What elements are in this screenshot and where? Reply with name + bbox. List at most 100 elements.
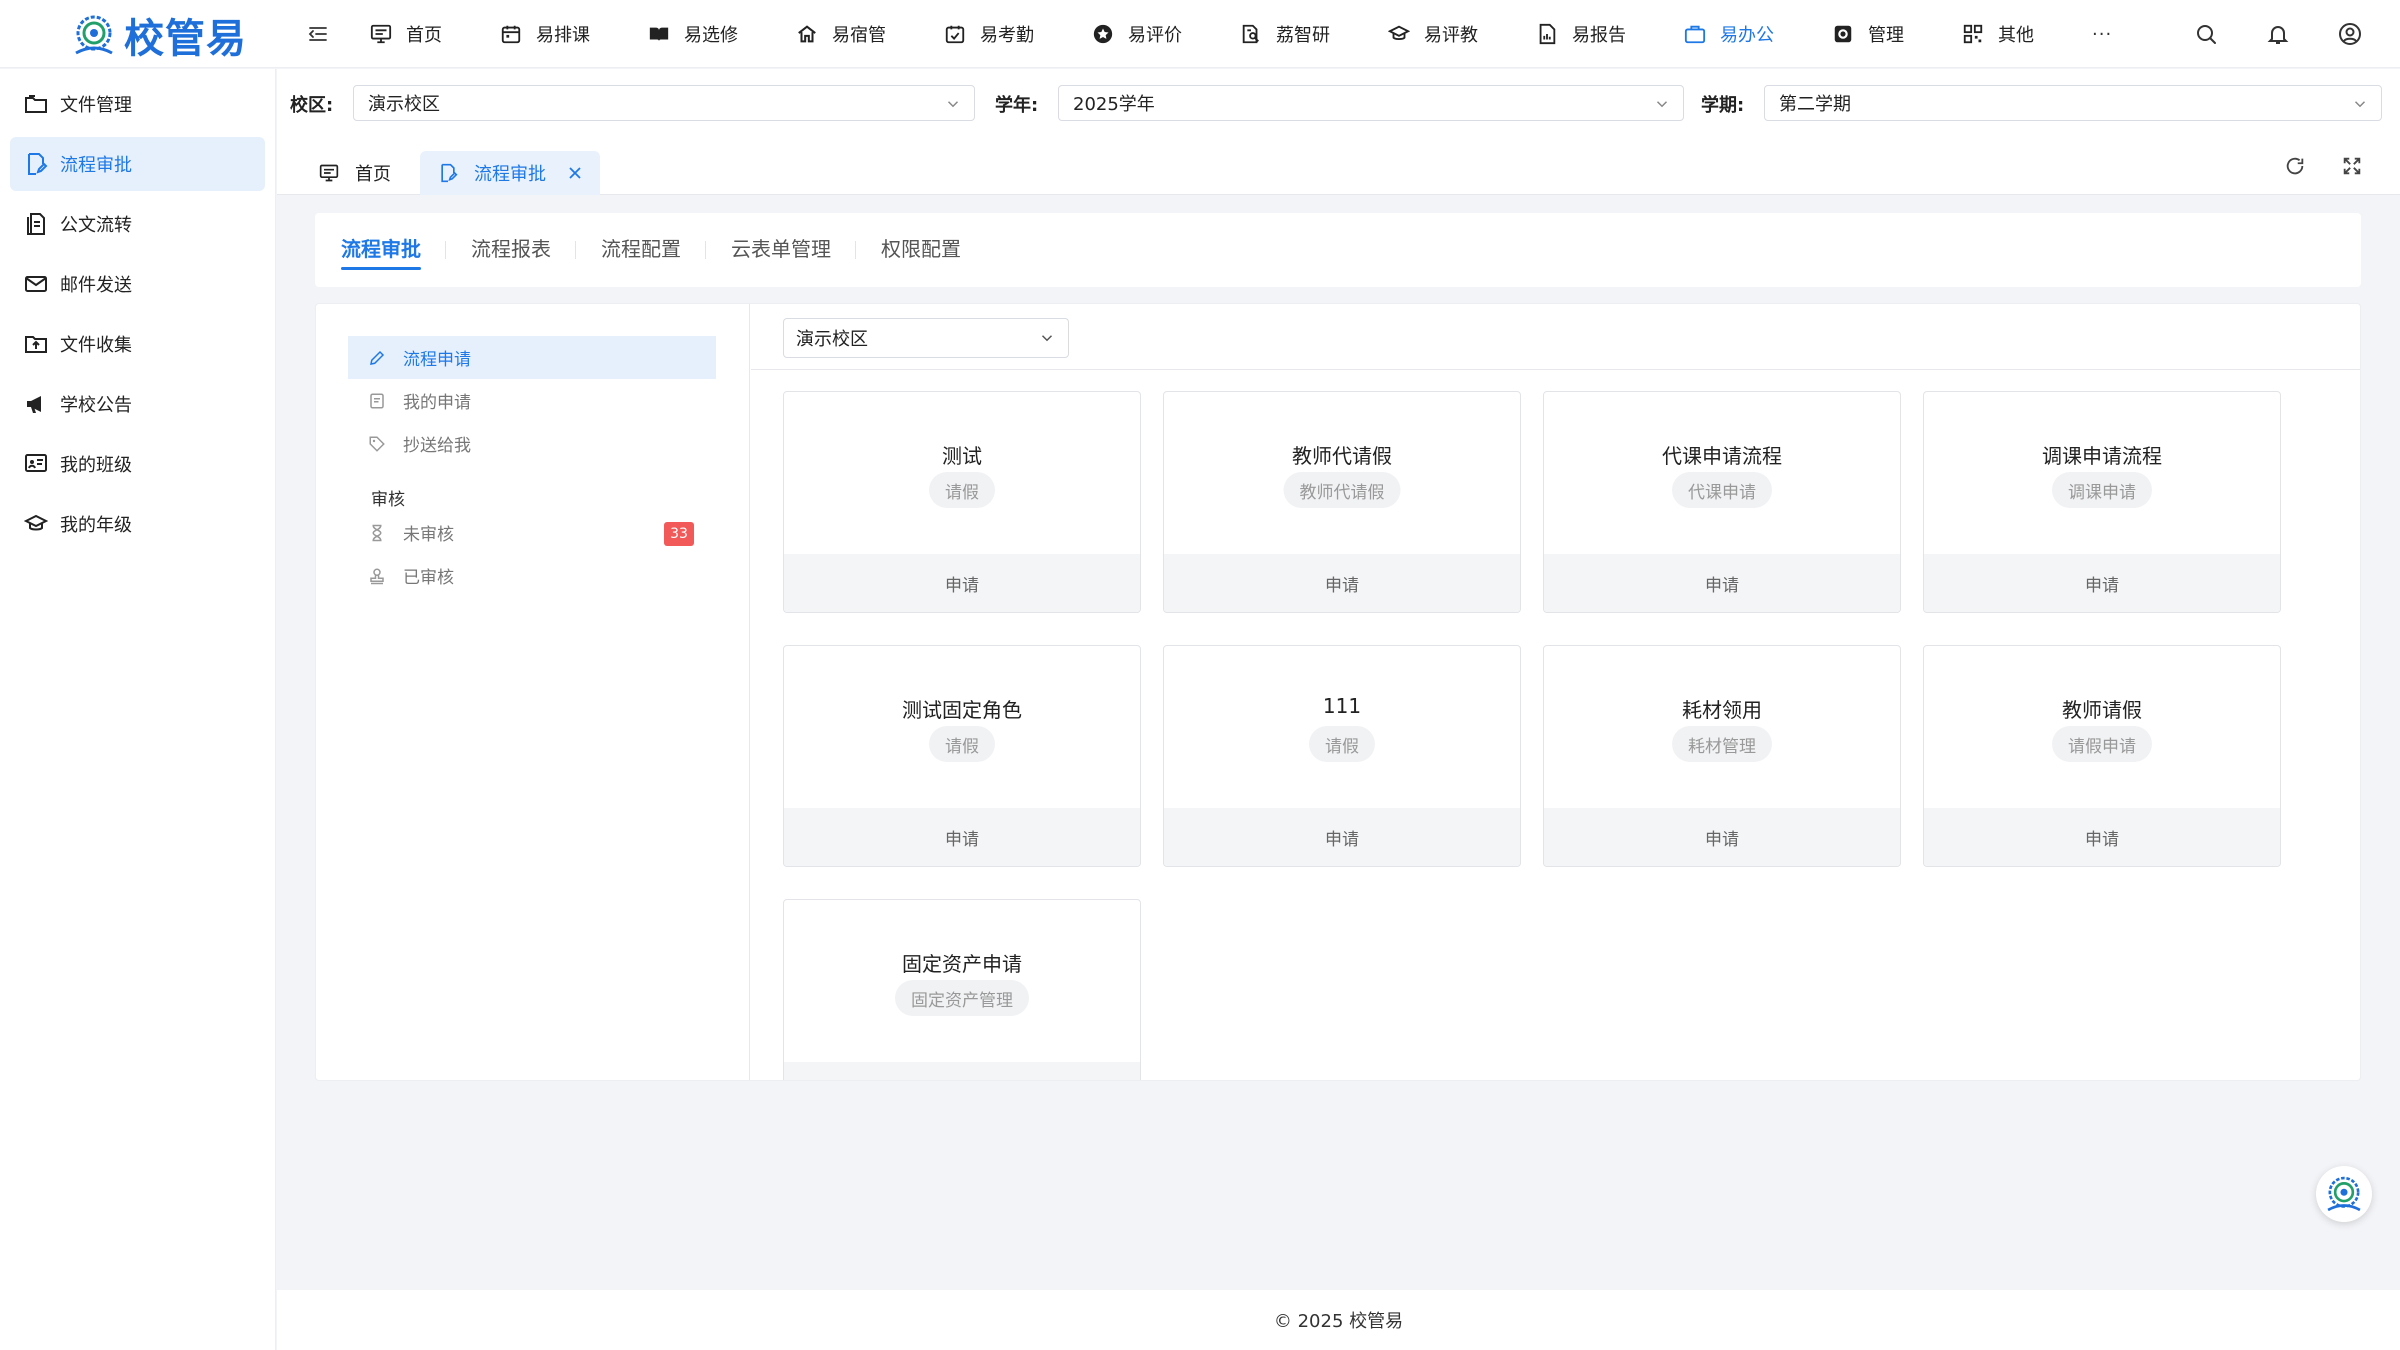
menu-item-process-apply[interactable]: 流程申请 [348,336,716,379]
research-icon [1240,23,1262,45]
nav-more-button[interactable]: ··· [2092,24,2112,45]
sidebar-item-mail-send[interactable]: 邮件发送 [10,257,265,311]
subtab-process-report[interactable]: 流程报表 [471,233,551,262]
nav-item-teaching-eval[interactable]: 易评教 [1388,0,1478,68]
apply-button[interactable]: 申请 [1544,808,1900,866]
process-type-tag: 请假 [929,472,995,508]
nav-item-evaluation[interactable]: 易评价 [1092,0,1182,68]
search-icon[interactable] [2194,22,2218,46]
sidebar-item-school-notice[interactable]: 学校公告 [10,377,265,431]
sidebar-item-file-management[interactable]: 文件管理 [10,77,265,131]
apply-button[interactable]: 申请 [784,554,1140,612]
menu-item-my-apply[interactable]: 我的申请 [348,379,716,422]
nav-item-attendance[interactable]: 易考勤 [944,0,1034,68]
nav-item-schedule[interactable]: 易排课 [500,0,590,68]
nav-item-office[interactable]: 易办公 [1684,0,1774,68]
filter-bar: 校区: 演示校区 学年: 2025学年 学期: 第二学期 [277,69,2400,137]
process-card[interactable]: 测试固定角色 请假 申请 [783,645,1141,867]
subtab-process-approval[interactable]: 流程审批 [341,233,421,262]
nav-item-other[interactable]: 其他 [1962,0,2034,68]
apply-button[interactable]: 申请 [1924,808,2280,866]
megaphone-icon [24,392,48,416]
sidebar-item-file-collection[interactable]: 文件收集 [10,317,265,371]
nav-item-home[interactable]: 首页 [370,0,442,68]
campus-select-value: 演示校区 [796,329,868,350]
process-card[interactable]: 教师请假 请假申请 申请 [1923,645,2281,867]
bell-icon[interactable] [2266,22,2290,46]
user-avatar-icon[interactable] [2338,22,2362,46]
content-divider [751,369,2360,370]
process-type-tag: 代课申请 [1672,472,1772,508]
process-name: 教师请假 [2062,698,2142,722]
nav-item-dorm[interactable]: 易宿管 [796,0,886,68]
nav-item-report[interactable]: 易报告 [1536,0,1626,68]
sidebar-item-document-flow[interactable]: 公文流转 [10,197,265,251]
process-name: 111 [1322,694,1362,718]
tab-separator [855,241,856,259]
copyright-text: © 2025 校管易 [1273,1311,1404,1332]
close-icon[interactable] [568,166,582,180]
subtab-process-config[interactable]: 流程配置 [601,233,681,262]
nav-label: 易选修 [684,25,738,46]
apply-button[interactable]: 申请 [1544,554,1900,612]
chevron-down-icon [944,95,962,113]
process-name: 耗材领用 [1682,698,1762,722]
fullscreen-icon[interactable] [2341,155,2363,177]
process-card[interactable]: 111 请假 申请 [1163,645,1521,867]
top-navbar: 校管易 首页 易排课 易选修 易宿管 易考勤 易评价 荔智研 易评教 易报告 易… [0,0,2400,68]
sidebar-item-my-class[interactable]: 我的班级 [10,437,265,491]
apply-button[interactable]: 申请 [1164,808,1520,866]
menu-collapse-icon [308,27,327,41]
campus-select[interactable]: 演示校区 [783,318,1069,358]
nav-item-management[interactable]: 管理 [1832,0,1904,68]
apply-button[interactable]: 申请 [1164,554,1520,612]
nav-item-research[interactable]: 荔智研 [1240,0,1330,68]
apply-button[interactable]: 申请 [784,1062,1140,1080]
briefcase-icon [1684,23,1706,45]
apply-button[interactable]: 申请 [1924,554,2280,612]
year-filter-select[interactable]: 2025学年 [1058,85,1684,121]
floating-assistant-button[interactable] [2316,1166,2372,1222]
process-name: 测试 [942,444,982,468]
approval-menu-panel: 流程申请 我的申请 抄送给我 审核 未审核 33 已审核 [316,304,750,1080]
process-card[interactable]: 代课申请流程 代课申请 申请 [1543,391,1901,613]
sidebar-item-my-grade[interactable]: 我的年级 [10,497,265,551]
chevron-down-icon [2351,95,2369,113]
term-filter-select[interactable]: 第二学期 [1764,85,2382,121]
page-tab-label: 首页 [355,164,391,185]
campus-filter-select[interactable]: 演示校区 [353,85,975,121]
menu-item-cc-me[interactable]: 抄送给我 [348,422,716,465]
subtab-permission-config[interactable]: 权限配置 [881,233,961,262]
apps-grid-icon [1962,23,1984,45]
page-tab-home[interactable]: 首页 [301,151,409,195]
process-type-tag: 请假 [929,726,995,762]
sidebar-item-label: 我的年级 [60,515,132,536]
process-card[interactable]: 耗材领用 耗材管理 申请 [1543,645,1901,867]
subtab-cloud-form[interactable]: 云表单管理 [731,233,831,262]
nav-label: 易办公 [1720,25,1774,46]
gear-icon [1832,23,1854,45]
process-card[interactable]: 测试 请假 申请 [783,391,1141,613]
nav-label: 易考勤 [980,25,1034,46]
process-type-tag: 固定资产管理 [895,980,1029,1016]
nav-label: 易报告 [1572,25,1626,46]
sidebar-item-label: 流程审批 [60,155,132,176]
pencil-icon [368,349,386,367]
file-list-icon [368,392,386,410]
menu-collapse-button[interactable] [306,22,330,46]
stamp-icon [368,567,386,585]
sidebar-item-process-approval[interactable]: 流程审批 [10,137,265,191]
menu-item-unreviewed[interactable]: 未审核 33 [348,511,716,554]
class-board-icon [24,452,48,476]
apply-button[interactable]: 申请 [784,808,1140,866]
process-card[interactable]: 固定资产申请 固定资产管理 申请 [783,899,1141,1080]
page-tab-process-approval[interactable]: 流程审批 [420,151,600,195]
process-card[interactable]: 教师代请假 教师代请假 申请 [1163,391,1521,613]
page-tab-bar: 首页 流程审批 [277,137,2400,195]
refresh-icon[interactable] [2284,155,2306,177]
menu-item-reviewed[interactable]: 已审核 [348,554,716,597]
nav-item-elective[interactable]: 易选修 [648,0,738,68]
process-card[interactable]: 调课申请流程 调课申请 申请 [1923,391,2281,613]
process-type-tag: 请假申请 [2052,726,2152,762]
brand-logo[interactable]: 校管易 [68,6,247,64]
